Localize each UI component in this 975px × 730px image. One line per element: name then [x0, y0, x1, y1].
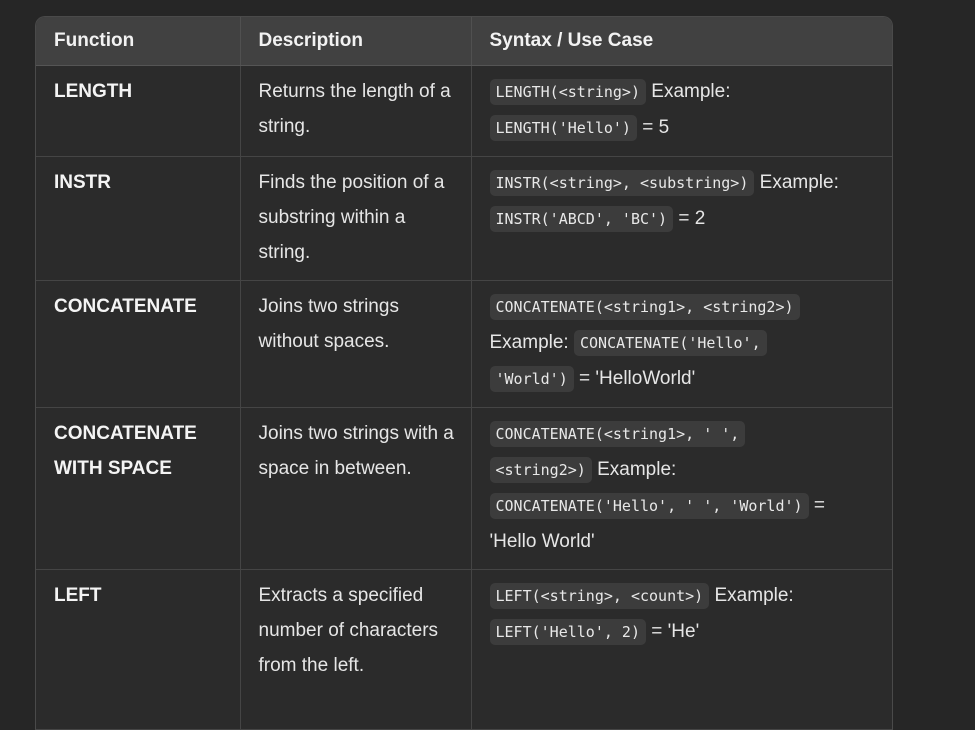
table-row: CONCATENATE Joins two strings without sp…: [36, 280, 892, 408]
syntax-code: CONCATENATE(<string1>, <string2>): [489, 293, 800, 320]
description-cell: Extracts a specified number of character…: [240, 569, 472, 730]
example-label: Example:: [597, 458, 677, 480]
example-label: Example:: [651, 80, 731, 102]
syntax-code: CONCATENATE(<string1>, ' ',: [489, 420, 746, 447]
example-label: Example:: [714, 584, 794, 606]
function-cell: LEFT: [36, 569, 241, 730]
description-cell: Joins two strings without spaces.: [240, 280, 472, 408]
example-code: INSTR('ABCD', 'BC'): [489, 205, 674, 232]
example-label: Example:: [759, 171, 839, 193]
function-name-line-2: WITH SPACE: [54, 457, 172, 479]
example-code: CONCATENATE('Hello', ' ', 'World'): [489, 492, 809, 519]
syntax-code: LENGTH(<string>): [489, 78, 646, 105]
result-text: = 2: [678, 207, 706, 229]
table-row: INSTR Finds the position of a substring …: [36, 156, 892, 281]
table-row: CONCATENATE WITH SPACE Joins two strings …: [36, 407, 892, 570]
header-function: Function: [36, 17, 241, 66]
function-cell: LENGTH: [36, 65, 241, 157]
result-text: = 5: [642, 116, 670, 138]
header-syntax: Syntax / Use Case: [471, 17, 892, 66]
syntax-code: INSTR(<string>, <substring>): [489, 169, 755, 196]
example-code: LENGTH('Hello'): [489, 114, 637, 141]
table-row: LENGTH Returns the length of a string. L…: [36, 65, 892, 157]
function-cell: CONCATENATE WITH SPACE: [36, 407, 241, 570]
string-functions-table: Function Description Syntax / Use Case L…: [35, 16, 893, 730]
syntax-cell: CONCATENATE(<string1>, <string2>) Example…: [471, 280, 892, 408]
function-cell: INSTR: [36, 156, 241, 281]
example-code: CONCATENATE('Hello',: [573, 329, 767, 356]
description-cell: Returns the length of a string.: [240, 65, 472, 157]
syntax-cell: LENGTH(<string>) Example: LENGTH('Hello')…: [471, 65, 892, 157]
result-equals: =: [813, 494, 825, 516]
result-text: 'Hello World': [489, 530, 595, 552]
result-text: = 'HelloWorld': [579, 367, 696, 389]
syntax-code: LEFT(<string>, <count>): [489, 582, 710, 609]
example-code: LEFT('Hello', 2): [489, 618, 646, 645]
function-name-line-1: CONCATENATE: [54, 422, 197, 444]
table: Function Description Syntax / Use Case L…: [36, 17, 892, 730]
syntax-cell: INSTR(<string>, <substring>) Example: INS…: [471, 156, 892, 281]
description-cell: Finds the position of a substring within…: [240, 156, 472, 281]
example-code-continued: 'World'): [489, 365, 574, 392]
description-cell: Joins two strings with a space in betwee…: [240, 407, 472, 570]
function-cell: CONCATENATE: [36, 280, 241, 408]
table-row: LEFT Extracts a specified number of char…: [36, 569, 892, 730]
syntax-cell: LEFT(<string>, <count>) Example: LEFT('He…: [471, 569, 892, 730]
syntax-cell: CONCATENATE(<string1>, ' ', <string2>) Ex…: [471, 407, 892, 570]
table-header-row: Function Description Syntax / Use Case: [36, 17, 892, 66]
result-text: = 'He': [651, 620, 700, 642]
example-label: Example:: [489, 331, 569, 353]
header-description: Description: [240, 17, 472, 66]
syntax-code-continued: <string2>): [489, 456, 592, 483]
